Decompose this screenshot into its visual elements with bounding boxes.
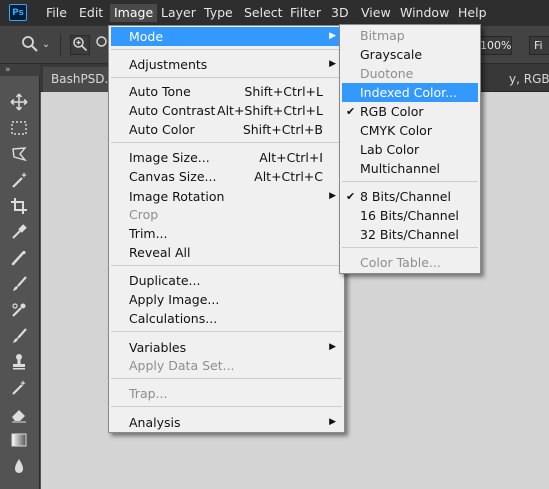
checkmark-icon: ✔ [346,190,356,203]
menu-item-indexed-color[interactable]: Indexed Color... [342,83,478,102]
mode-submenu: Bitmap Grayscale Duotone Indexed Color..… [339,24,481,274]
menu-3d[interactable]: 3D [327,4,353,22]
menu-filter[interactable]: Filter [286,4,325,22]
menu-item-image-rotation[interactable]: Image Rotation ▶ [111,187,342,206]
document-tab-mode-label: y, RGB/8) * [509,72,549,86]
divider [60,34,61,56]
menu-bar: Ps File Edit Image Layer Type Select Fil… [0,0,549,26]
eraser-tool-icon[interactable] [7,405,31,427]
menu-item-lab-color[interactable]: Lab Color [342,140,478,159]
submenu-arrow-icon: ▶ [329,417,336,427]
menu-item-canvas-size[interactable]: Canvas Size... Alt+Ctrl+C [111,167,342,186]
menu-item-analysis[interactable]: Analysis ▶ [111,413,342,432]
menu-separator [342,181,478,182]
tools-collapse-icon[interactable]: » [0,64,40,76]
menu-item-image-size[interactable]: Image Size... Alt+Ctrl+I [111,148,342,167]
menu-edit[interactable]: Edit [75,4,107,22]
submenu-arrow-icon: ▶ [329,31,336,41]
submenu-arrow-icon: ▶ [329,59,336,69]
zoom-in-icon[interactable] [70,35,90,55]
submenu-arrow-icon: ▶ [329,342,336,352]
menu-item-crop: Crop [129,207,159,222]
menu-item-reveal-all[interactable]: Reveal All [111,243,342,262]
move-tool-icon[interactable] [7,93,31,115]
lasso-tool-icon[interactable] [7,145,31,167]
zoom-percent-button[interactable]: 100% [479,36,512,55]
blur-tool-icon[interactable] [7,457,31,479]
menu-separator [111,142,342,143]
eyedropper-tool-icon[interactable] [7,223,31,245]
checkmark-icon: ✔ [346,105,356,118]
brush-tool-icon[interactable] [7,275,31,297]
menu-item-apply-image[interactable]: Apply Image... [111,290,342,309]
menu-item-duotone: Duotone [360,66,414,81]
healing-brush-tool-icon[interactable] [7,249,31,271]
menu-select[interactable]: Select [240,4,287,22]
menu-item-multichannel[interactable]: Multichannel [342,159,478,178]
menu-separator [111,265,342,266]
menu-help[interactable]: Help [454,4,491,22]
menu-view[interactable]: View [357,4,395,22]
history-brush-tool-icon[interactable] [7,327,31,349]
menu-item-duplicate[interactable]: Duplicate... [111,271,342,290]
menu-type[interactable]: Type [200,4,237,22]
submenu-arrow-icon: ▶ [329,191,336,201]
zoom-out-icon[interactable] [95,35,107,55]
menu-window[interactable]: Window [396,4,453,22]
document-tab[interactable]: BashPSD.p [43,67,113,92]
chevron-down-icon[interactable]: ⌄ [40,35,52,55]
menu-item-rgb-color[interactable]: ✔ RGB Color [342,102,478,121]
menu-item-bitmap: Bitmap [360,28,405,43]
marquee-tool-icon[interactable] [7,119,31,141]
menu-separator [111,378,342,379]
menu-separator [111,77,342,78]
stamp-tool-icon[interactable] [7,353,31,375]
clone-stamp-tool-icon[interactable] [7,301,31,323]
menu-item-adjustments[interactable]: Adjustments ▶ [111,55,342,74]
menu-item-auto-color[interactable]: Auto Color Shift+Ctrl+B [111,120,342,139]
menu-separator [111,49,342,50]
menu-item-variables[interactable]: Variables ▶ [111,338,342,357]
menu-image[interactable]: Image [110,4,158,22]
menu-item-auto-contrast[interactable]: Auto Contrast Alt+Shift+Ctrl+L [111,101,342,120]
zoom-tool-icon[interactable] [20,35,40,55]
menu-item-16-bits[interactable]: 16 Bits/Channel [342,206,478,225]
menu-item-auto-tone[interactable]: Auto Tone Shift+Ctrl+L [111,82,342,101]
menu-item-32-bits[interactable]: 32 Bits/Channel [342,225,478,244]
tools-panel: » [0,64,40,489]
spot-healing-tool-icon[interactable] [7,379,31,401]
menu-item-grayscale[interactable]: Grayscale [342,45,478,64]
menu-item-color-table: Color Table... [360,255,441,270]
magic-wand-tool-icon[interactable] [7,171,31,193]
menu-file[interactable]: File [42,4,71,22]
menu-item-cmyk-color[interactable]: CMYK Color [342,121,478,140]
menu-item-mode[interactable]: Mode ▶ [111,27,342,46]
fit-screen-button[interactable]: Fi [529,36,549,55]
menu-item-trim[interactable]: Trim... [111,224,342,243]
menu-separator [342,247,478,248]
menu-item-calculations[interactable]: Calculations... [111,309,342,328]
image-menu: Mode ▶ Adjustments ▶ Auto Tone Shift+Ctr… [108,25,345,433]
menu-item-8-bits[interactable]: ✔ 8 Bits/Channel [342,187,478,206]
gradient-tool-icon[interactable] [7,431,31,453]
photoshop-logo-icon[interactable]: Ps [9,4,27,21]
menu-separator [111,406,342,407]
menu-layer[interactable]: Layer [157,4,200,22]
menu-item-trap: Trap... [129,386,168,401]
menu-item-apply-data-set: Apply Data Set... [129,358,235,373]
crop-tool-icon[interactable] [7,197,31,219]
menu-separator [111,331,342,332]
